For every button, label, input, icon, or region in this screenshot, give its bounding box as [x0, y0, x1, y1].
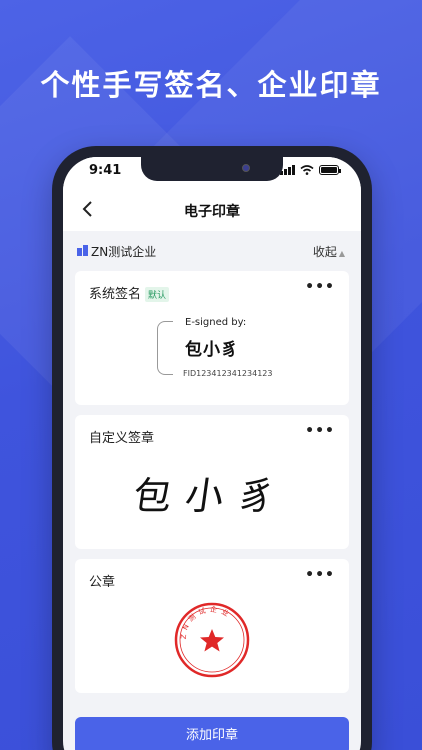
system-signature-card[interactable]: 系统签名 默认 ••• E-signed by: 包小豸 FID123412341… [75, 271, 349, 405]
notch [141, 157, 283, 181]
signature-fid: FID1234123412341​23 [183, 369, 273, 378]
nav-bar: 电子印章 [63, 187, 361, 231]
signer-name: 包小豸 [185, 340, 239, 360]
page-title: 电子印章 [184, 204, 240, 220]
wifi-icon [300, 165, 314, 175]
company-name: ZN测试企业 [91, 245, 157, 259]
custom-signature-card[interactable]: 自定义签章 ••• 包小豸 [75, 415, 349, 549]
status-icons [280, 165, 341, 175]
card-title: 系统签名 默认 [89, 283, 170, 302]
building-icon [77, 245, 88, 256]
more-icon[interactable]: ••• [305, 279, 335, 295]
card-title: 公章 [89, 575, 116, 590]
more-icon[interactable]: ••• [305, 567, 335, 583]
phone-frame: 9:41 电子印章 ZN测试企业 收起 ▲ 系统签名 默认 ••• E-sign… [52, 146, 372, 750]
company-row: ZN测试企业 收起 ▲ [63, 231, 361, 271]
status-time: 9:41 [89, 163, 122, 178]
card-title: 自定义签章 [89, 431, 155, 446]
seal-text: ZN测试企业 [180, 604, 230, 639]
collapse-label: 收起 [312, 245, 337, 259]
caret-up-icon: ▲ [338, 249, 345, 258]
camera-icon [242, 164, 250, 172]
phone-screen: 9:41 电子印章 ZN测试企业 收起 ▲ 系统签名 默认 ••• E-sign… [63, 157, 361, 750]
official-seal-card[interactable]: 公章 ••• ZN测试企业 [75, 559, 349, 693]
handwritten-signature: 包小豸 [130, 474, 293, 518]
card-title-text: 系统签名 [89, 287, 142, 302]
signed-by-label: E-signed by: [185, 317, 247, 328]
battery-icon [319, 165, 341, 175]
default-badge: 默认 [145, 287, 170, 302]
promo-headline: 个性手写签名、企业印章 [40, 68, 382, 102]
collapse-toggle[interactable]: 收起 ▲ [313, 243, 345, 260]
signature-bracket [157, 321, 173, 375]
add-seal-button[interactable]: 添加印章 [75, 717, 349, 750]
official-seal-icon: ZN测试企业 [174, 602, 250, 678]
svg-text:ZN测试企业: ZN测试企业 [180, 604, 234, 639]
more-icon[interactable]: ••• [305, 423, 335, 439]
